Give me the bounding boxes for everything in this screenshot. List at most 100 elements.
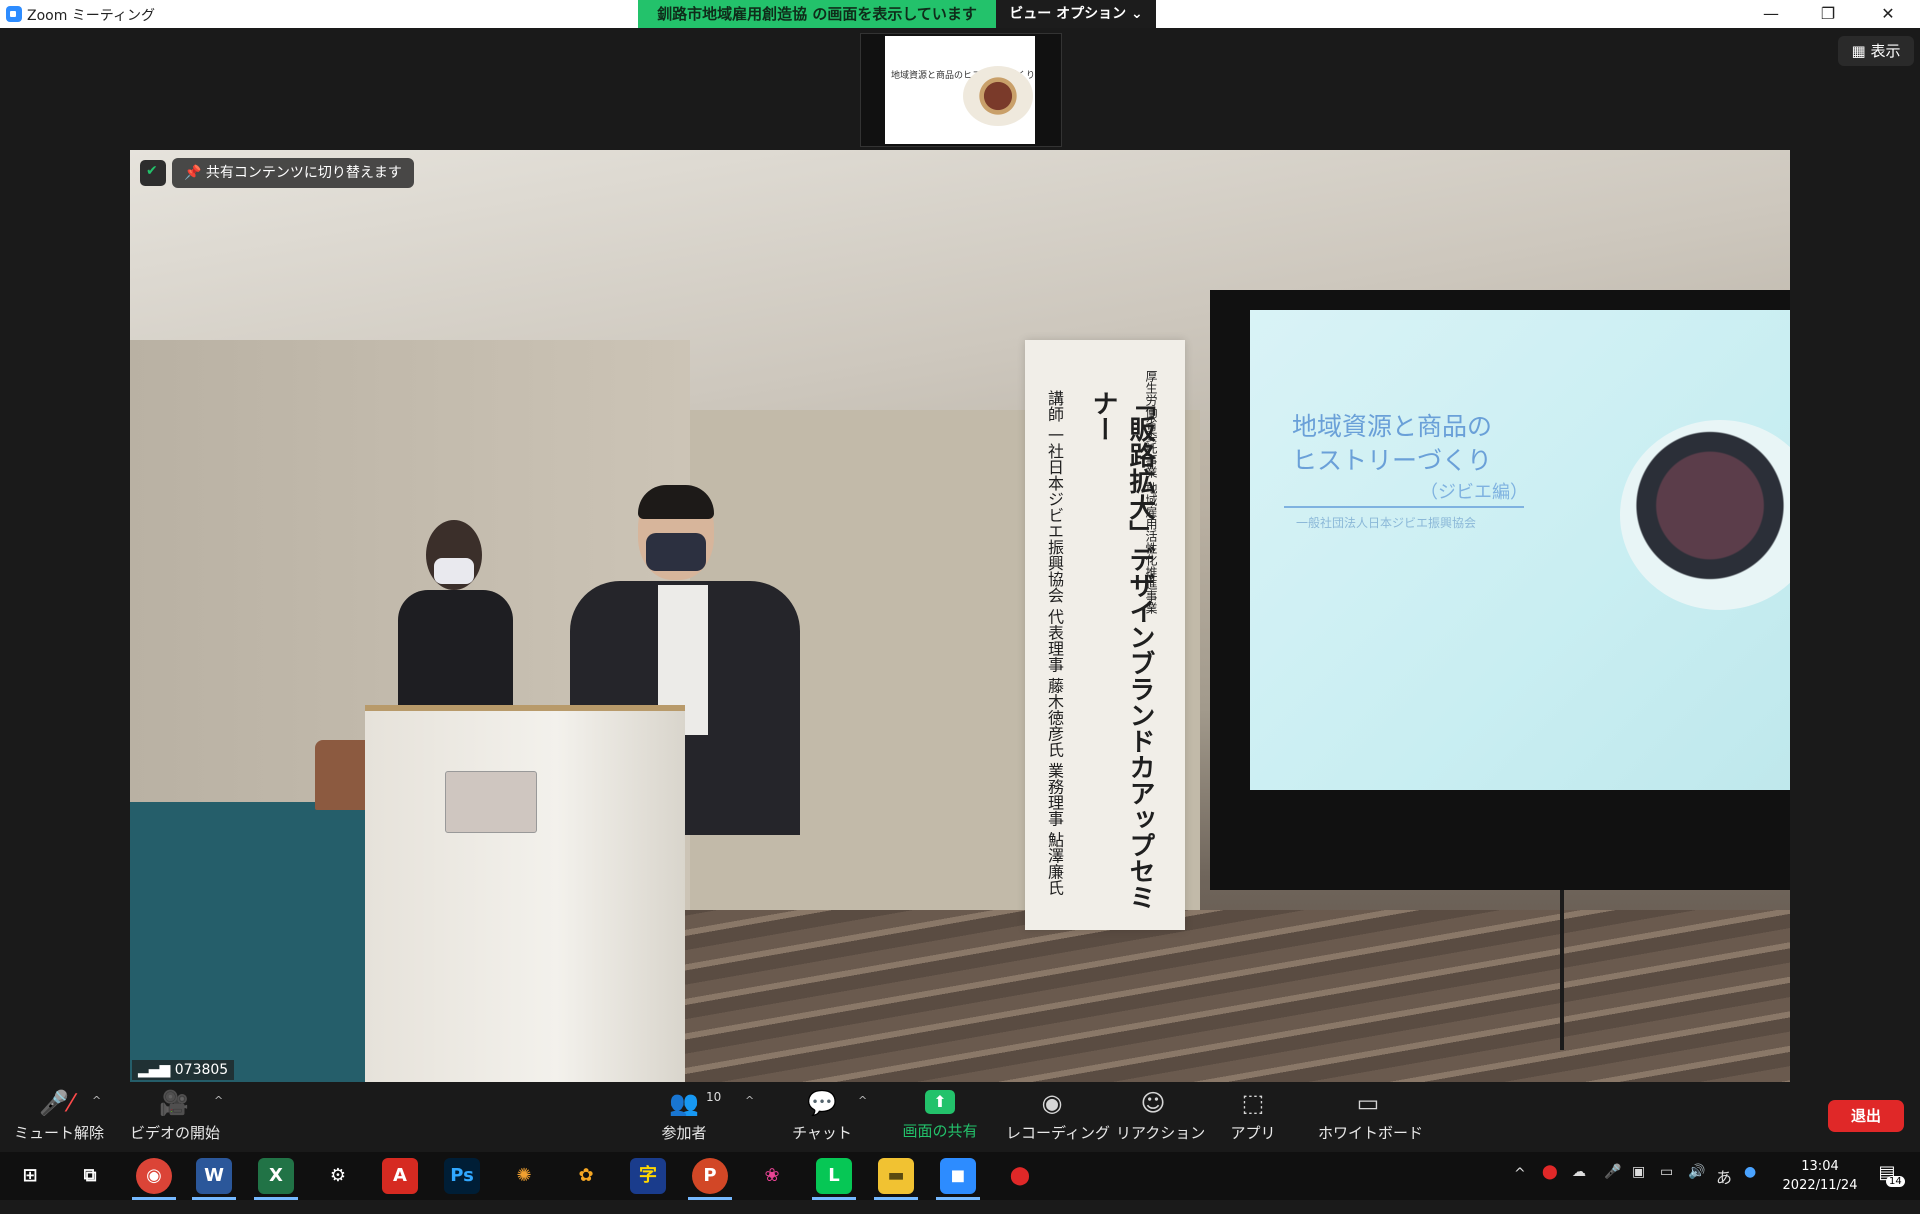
slide-divider [1284,506,1524,508]
window-title: Zoom ミーティング [27,8,155,24]
main-video[interactable]: 厚生労働省委託事業 地域雇用活性化推進事業 「販路拡大」デザインブランドカアップ… [130,150,1790,1082]
slide-subtitle: （ジビエ編） [1420,482,1528,503]
battery-icon[interactable]: ▭ [1660,1164,1673,1212]
windows-taskbar: ⊞ ⧉ ◉ W X ⚙ A Ps ✺ ✿ 字 P ❀ L ▬ ◼ ⬤ ^ ⬤ ☁… [0,1152,1920,1200]
switch-hint-label: 共有コンテンツに切り替えます [205,165,402,181]
chevron-up-icon[interactable]: ^ [214,1094,223,1107]
reactions-button[interactable]: ☺ リアクション [1116,1086,1206,1152]
view-options-button[interactable]: ビュー オプション ⌄ [996,0,1156,28]
restore-button[interactable]: ❐ [1805,0,1851,28]
minimize-button[interactable]: — [1748,0,1794,28]
excel-icon[interactable]: X [258,1158,294,1194]
reaction-smiley-icon: ☺ [1140,1089,1166,1117]
clock-time: 13:04 [1801,1159,1839,1174]
dish-image [963,66,1033,126]
taskbar-clock[interactable]: 13:04 2022/11/24 [1780,1157,1860,1195]
chevron-up-icon[interactable]: ^ [745,1094,754,1107]
app-icon[interactable]: ✿ [568,1158,604,1194]
projected-slide: 地域資源と商品の ヒストリーづくり （ジビエ編） 一般社団法人日本ジビエ振興協会 [1250,310,1790,790]
podium [365,705,685,1082]
chat-button[interactable]: 💬 チャット [790,1086,854,1152]
participants-button[interactable]: 👥 10 参加者 [652,1086,721,1152]
microphone-muted-icon: 🎤⁄ [39,1089,73,1117]
chrome-icon[interactable]: ◉ [136,1158,172,1194]
acrobat-icon[interactable]: A [382,1158,418,1194]
notification-count: 14 [1886,1176,1905,1187]
signal-icon: ▂▄▆ [138,1062,175,1078]
chat-label: チャット [792,1124,852,1142]
share-banner: 釧路市地域雇用創造協 の画面を表示しています [638,0,996,28]
record-icon[interactable]: ⬤ [1542,1164,1558,1212]
pin-icon: 📌 [184,165,206,181]
chevron-up-icon[interactable]: ^ [92,1094,101,1107]
close-button[interactable]: ✕ [1865,0,1911,28]
tripod [1560,890,1564,1050]
slide-title: 地域資源と商品の ヒストリーづくり [1292,410,1492,478]
view-layout-button[interactable]: ▦ 表示 [1838,36,1914,66]
participant-id: 073805 [174,1062,229,1078]
start-video-button[interactable]: 🎥 ビデオの開始 [130,1086,221,1152]
notification-center-icon[interactable]: ▤ 14 [1872,1162,1905,1190]
photoshop-icon[interactable]: Ps [444,1158,480,1194]
whiteboard-label: ホワイトボード [1318,1124,1424,1142]
microphone-icon[interactable]: 🎤 [1604,1164,1621,1212]
word-icon[interactable]: W [196,1158,232,1194]
window-titlebar: Zoom ミーティング 釧路市地域雇用創造協 の画面を表示しています ビュー オ… [0,0,1920,28]
apps-icon: ⬚ [1241,1089,1265,1117]
windows-start-icon[interactable]: ⊞ [12,1158,48,1194]
onedrive-icon[interactable]: ● [1744,1164,1756,1212]
leave-button[interactable]: 退出 [1828,1100,1904,1132]
share-screen-label: 画面の共有 [902,1122,978,1140]
apps-button[interactable]: ⬚ アプリ [1220,1086,1286,1152]
shared-screen-thumbnail[interactable]: 地域資源と商品のヒストリーづくり [860,33,1062,147]
banner-title: 「販路拡大」デザインブランドカアップセミナー [1088,390,1155,910]
start-video-label: ビデオの開始 [130,1124,221,1142]
participants-label: 参加者 [661,1124,707,1142]
whiteboard-button[interactable]: ▭ ホワイトボード [1318,1086,1424,1152]
unmute-label: ミュート解除 [14,1124,105,1142]
share-screen-button[interactable]: ⬆ 画面の共有 [895,1086,985,1152]
app-icon[interactable]: ❀ [754,1158,790,1194]
zoom-app-icon [6,6,22,22]
chevron-up-icon[interactable]: ^ [1514,1166,1526,1214]
banner-lecturers: 講師 一社日本ジビエ振興協会 代表理事 藤木徳彦氏 業務理事 鮎澤廉氏 [1045,390,1064,896]
dish-image [1620,420,1790,610]
slide-org: 一般社団法人日本ジビエ振興協会 [1296,516,1477,530]
whiteboard-icon: ▭ [1356,1089,1380,1117]
share-screen-icon: ⬆ [925,1090,955,1114]
apps-label: アプリ [1230,1124,1276,1142]
recording-label: レコーディング [1006,1124,1110,1142]
record-icon[interactable]: ⬤ [1002,1158,1038,1194]
cloud-icon[interactable]: ☁ [1572,1164,1586,1212]
participant-count: 10 [706,1090,722,1104]
explorer-icon[interactable]: ▬ [878,1158,914,1194]
slide-title-line2: ヒストリーづくり [1292,446,1493,475]
settings-icon[interactable]: ⚙ [320,1158,356,1194]
video-off-icon: 🎥 [159,1089,189,1117]
zoom-icon[interactable]: ◼ [940,1158,976,1194]
app-icon[interactable]: 字 [630,1158,666,1194]
display-icon[interactable]: ▣ [1632,1164,1645,1212]
ime-indicator[interactable]: あ [1716,1164,1732,1212]
projector-screen: 地域資源と商品の ヒストリーづくり （ジビエ編） 一般社団法人日本ジビエ振興協会 [1210,290,1790,890]
slide-title-line1: 地域資源と商品の [1292,412,1493,441]
chevron-up-icon[interactable]: ^ [858,1094,867,1107]
meeting-toolbar: 🎤⁄ ミュート解除 ^ 🎥 ビデオの開始 ^ 👥 10 参加者 ^ 💬 チャット… [0,1086,1920,1152]
chat-icon: 💬 [807,1089,837,1117]
unmute-button[interactable]: 🎤⁄ ミュート解除 [14,1086,105,1152]
clock-date: 2022/11/24 [1782,1178,1858,1193]
line-icon[interactable]: L [816,1158,852,1194]
reactions-label: リアクション [1116,1124,1206,1142]
task-view-icon[interactable]: ⧉ [72,1158,108,1194]
switch-to-shared-content-button[interactable]: 📌 共有コンテンツに切り替えます [172,158,414,188]
shield-icon[interactable] [140,160,166,186]
recording-button[interactable]: ◉ レコーディング [1006,1086,1110,1152]
vertical-banner: 厚生労働省委託事業 地域雇用活性化推進事業 「販路拡大」デザインブランドカアップ… [1025,340,1185,930]
powerpoint-icon[interactable]: P [692,1158,728,1194]
speaker-icon[interactable]: 🔊 [1688,1164,1705,1212]
app-icon[interactable]: ✺ [506,1158,542,1194]
record-icon: ◉ [1041,1089,1063,1117]
table [130,802,380,1082]
participant-name-tag: ▂▄▆ 073805 [132,1060,235,1080]
thumbnail-slide: 地域資源と商品のヒストリーづくり [885,36,1035,144]
